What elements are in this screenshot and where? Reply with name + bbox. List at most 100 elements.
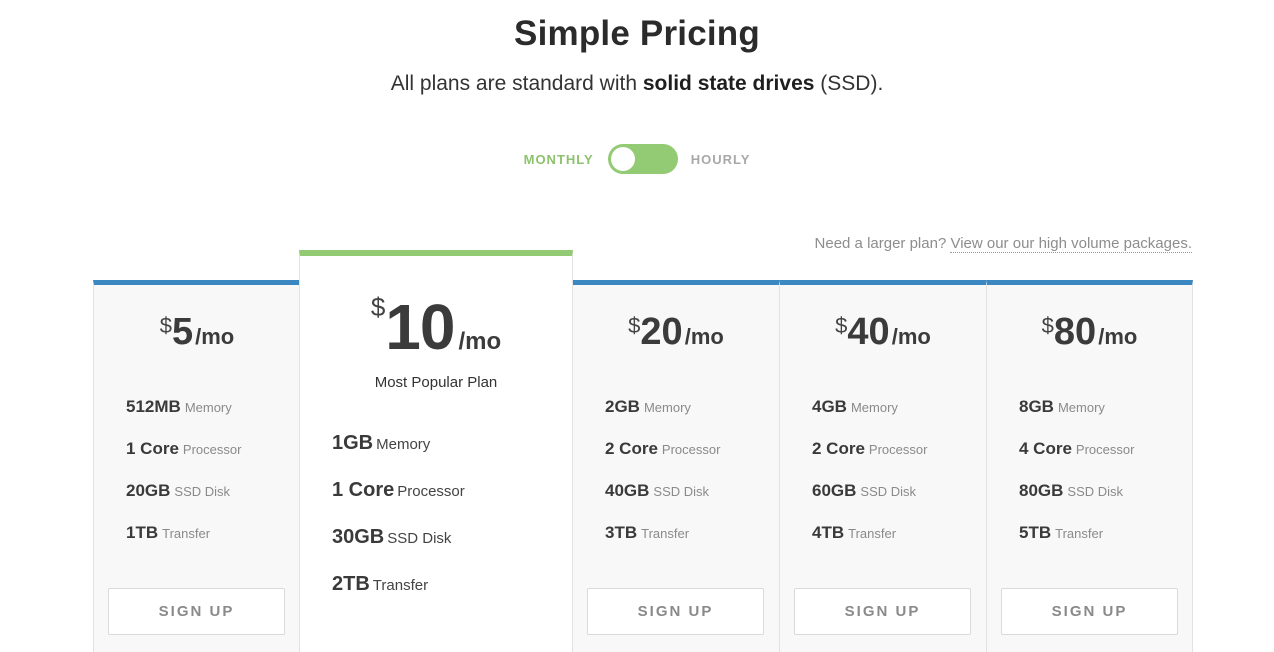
spec-unit: SSD Disk [1067,484,1124,499]
spec-unit: Memory [376,436,431,453]
subtitle-text: All plans are standard with [390,72,643,95]
subtitle-suffix: (SSD). [814,72,884,95]
spec-value: 5TB [1019,523,1052,542]
spec-processor: 1 Core Processor [332,479,465,526]
spec-memory: 8GB Memory [1019,397,1134,439]
spec-value: 1 Core [126,439,179,458]
price-amount: 5 [171,311,194,353]
spec-disk: 30GB SSD Disk [332,526,465,573]
spec-value: 2GB [605,397,640,416]
billing-toggle: MONTHLY HOURLY [0,144,1274,174]
page-title: Simple Pricing [514,14,760,53]
spec-unit: Processor [182,442,242,457]
hourly-label[interactable]: HOURLY [691,152,751,167]
spec-processor: 2 Core Processor [605,439,720,481]
spec-disk: 40GB SSD Disk [605,481,720,523]
spec-memory: 4GB Memory [812,397,927,439]
spec-value: 80GB [1019,481,1064,500]
spec-disk: 60GB SSD Disk [812,481,927,523]
currency-symbol: $ [628,313,641,338]
plan-specs: 4GB Memory 2 Core Processor 60GB SSD Disk 4… [812,397,927,565]
plan-card-40: $40/mo 4GB Memory 2 Core Processor 60GB SSD… [779,280,986,652]
sign-up-button[interactable]: SIGN UP [794,588,971,635]
plan-card-80: $80/mo 8GB Memory 4 Core Processor 80GB SSD… [986,280,1193,652]
price-period: /mo [891,324,931,349]
spec-unit: SSD Disk [860,484,917,499]
spec-unit: SSD Disk [653,484,710,499]
spec-unit: SSD Disk [387,530,452,547]
spec-unit: Processor [661,442,721,457]
spec-value: 60GB [812,481,857,500]
plan-specs: 8GB Memory 4 Core Processor 80GB SSD Disk 5… [1019,397,1134,565]
plan-card-5: $5/mo 512MB Memory 1 Core Processor 20GB SS… [93,280,300,652]
subtitle-emphasis: solid state drives [642,72,815,95]
spec-value: 3TB [605,523,638,542]
spec-unit: Processor [1075,442,1135,457]
price-amount: 40 [847,311,890,353]
spec-value: 1TB [126,523,159,542]
spec-value: 4GB [812,397,847,416]
plan-specs: 2GB Memory 2 Core Processor 40GB SSD Disk 3… [605,397,720,565]
monthly-label[interactable]: MONTHLY [524,152,594,167]
spec-memory: 1GB Memory [332,432,465,479]
plan-specs: 512MB Memory 1 Core Processor 20GB SSD Disk… [126,397,241,565]
spec-value: 4TB [812,523,845,542]
price-period: /mo [684,324,724,349]
price-amount: 80 [1053,311,1097,353]
spec-value: 20GB [126,481,171,500]
spec-unit: Transfer [372,577,429,594]
sign-up-button[interactable]: SIGN UP [108,588,285,635]
spec-processor: 2 Core Processor [812,439,927,481]
plan-specs: 1GB Memory 1 Core Processor 30GB SSD Disk 2… [332,432,465,620]
price-period: /mo [458,328,502,355]
spec-unit: Processor [868,442,928,457]
spec-value: 2 Core [605,439,658,458]
spec-transfer: 4TB Transfer [812,523,927,565]
spec-unit: Memory [643,400,691,415]
currency-symbol: $ [1041,313,1054,338]
currency-symbol: $ [370,292,386,322]
price-period: /mo [195,324,235,349]
most-popular-badge: Most Popular Plan [374,374,498,391]
price-amount: 20 [640,311,683,353]
switch-knob [610,147,635,171]
spec-processor: 4 Core Processor [1019,439,1134,481]
spec-unit: Memory [850,400,898,415]
spec-unit: SSD Disk [174,484,231,499]
spec-value: 1 Core [332,479,395,501]
spec-unit: Processor [397,483,465,500]
billing-switch[interactable] [607,144,678,174]
spec-value: 1GB [332,432,374,454]
plan-card-10-featured: $10/mo Most Popular Plan 1GB Memory 1 Cor… [299,250,573,652]
spec-value: 30GB [332,526,385,548]
spec-value: 512MB [126,397,181,416]
plan-card-20: $20/mo 2GB Memory 2 Core Processor 40GB SSD… [572,280,779,652]
spec-unit: Memory [1057,400,1105,415]
spec-value: 40GB [605,481,650,500]
spec-value: 4 Core [1019,439,1072,458]
currency-symbol: $ [835,313,848,338]
sign-up-button[interactable]: SIGN UP [587,588,764,635]
spec-memory: 512MB Memory [126,397,241,439]
spec-unit: Memory [184,400,232,415]
spec-transfer: 3TB Transfer [605,523,720,565]
spec-value: 8GB [1019,397,1054,416]
spec-processor: 1 Core Processor [126,439,241,481]
spec-memory: 2GB Memory [605,397,720,439]
currency-symbol: $ [159,313,172,338]
spec-transfer: 2TB Transfer [332,573,465,620]
plan-price: $80/mo [987,311,1192,354]
plan-price: $10/mo [300,290,572,364]
spec-disk: 80GB SSD Disk [1019,481,1134,523]
page-subtitle: All plans are standard with solid state … [0,72,1274,96]
spec-unit: Transfer [848,526,897,541]
price-amount: 10 [385,291,455,363]
spec-disk: 20GB SSD Disk [126,481,241,523]
spec-unit: Transfer [162,526,211,541]
spec-value: 2TB [332,573,370,595]
spec-unit: Transfer [1055,526,1104,541]
sign-up-button[interactable]: SIGN UP [1001,588,1178,635]
spec-unit: Transfer [641,526,690,541]
price-period: /mo [1098,324,1138,349]
plan-price: $5/mo [94,311,300,354]
